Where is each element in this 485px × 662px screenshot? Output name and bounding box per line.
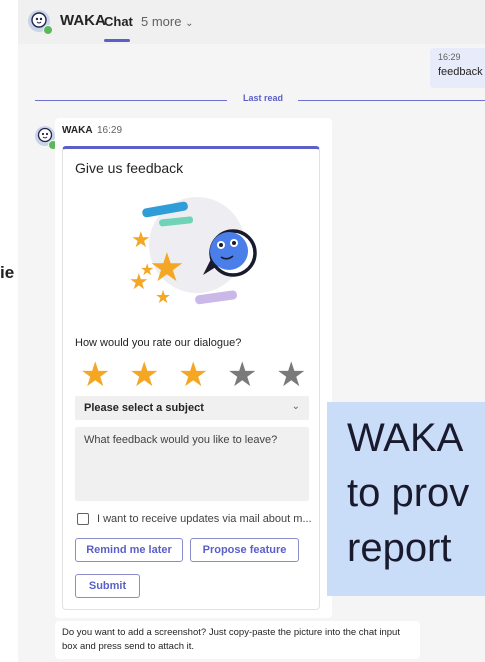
divider-line-right <box>298 100 485 101</box>
star-5-icon[interactable]: ★ <box>276 358 306 392</box>
rating-question: How would you rate our dialogue? <box>75 337 242 349</box>
updates-checkbox-row[interactable]: I want to receive updates via mail about… <box>77 512 312 528</box>
sent-message-text: feedback <box>438 66 483 78</box>
screenshot-hint-text: Do you want to add a screenshot? Just co… <box>62 627 400 652</box>
divider-line-left <box>35 100 227 101</box>
svg-text:★: ★ <box>129 270 149 295</box>
remind-later-button[interactable]: Remind me later <box>75 538 183 562</box>
star-3-icon[interactable]: ★ <box>178 358 208 392</box>
last-read-label: Last read <box>243 93 284 103</box>
subject-select[interactable]: Please select a subject ⌄ <box>75 396 309 420</box>
svg-text:★: ★ <box>149 245 185 291</box>
star-2-icon[interactable]: ★ <box>129 358 159 392</box>
tab-chat[interactable]: Chat <box>104 14 133 29</box>
bot-message-time: 16:29 <box>97 125 123 136</box>
left-edge-panel <box>0 0 18 662</box>
subject-select-value: Please select a subject <box>84 402 204 414</box>
presence-available-icon <box>43 25 53 35</box>
tab-more-label: 5 more <box>141 14 182 29</box>
feedback-placeholder: What feedback would you like to leave? <box>84 434 278 446</box>
submit-button[interactable]: Submit <box>75 574 140 598</box>
promo-overlay-text: WAKA to prov report <box>347 416 470 570</box>
chevron-down-icon: ⌄ <box>291 401 300 412</box>
star-4-icon[interactable]: ★ <box>227 358 257 392</box>
chat-title: WAKA <box>60 12 106 29</box>
feedback-hero-illustration: ★ ★ ★ ★ ★ <box>129 197 257 308</box>
bot-message-sender: WAKA <box>62 125 93 136</box>
card-title: Give us feedback <box>75 160 184 176</box>
svg-text:★: ★ <box>155 287 171 308</box>
feedback-textarea[interactable]: What feedback would you like to leave? <box>75 427 309 501</box>
propose-feature-button[interactable]: Propose feature <box>190 538 299 562</box>
updates-checkbox-label[interactable]: I want to receive updates via mail about… <box>97 513 312 525</box>
chevron-down-icon: ⌄ <box>185 18 194 29</box>
updates-checkbox[interactable] <box>77 513 89 525</box>
star-1-icon[interactable]: ★ <box>80 358 110 392</box>
promo-overlay-banner: WAKA to prov report <box>327 402 485 596</box>
svg-text:★: ★ <box>131 228 151 253</box>
sent-message-time: 16:29 <box>438 52 461 62</box>
active-tab-indicator <box>104 39 130 42</box>
tab-more[interactable]: 5 more ⌄ <box>141 14 193 29</box>
left-cut-off-text: ie <box>0 263 15 282</box>
teams-chat-window: ie WAKA Chat 5 more ⌄ 16:29 feedback Las… <box>0 0 485 662</box>
